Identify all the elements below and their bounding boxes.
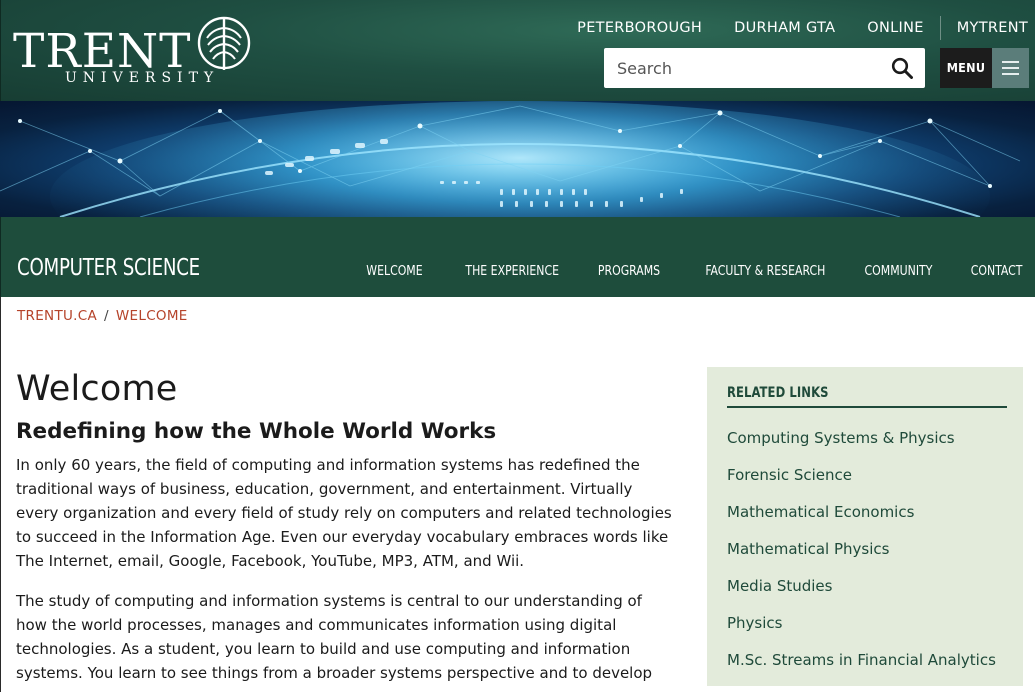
section-nav-programs[interactable]: PROGRAMS — [598, 263, 660, 279]
hamburger-icon — [992, 48, 1029, 88]
campus-link-online[interactable]: ONLINE — [851, 20, 939, 36]
section-nav-community[interactable]: COMMUNITY — [865, 263, 933, 279]
section-header: COMPUTER SCIENCE WELCOME THE EXPERIENCE … — [0, 217, 1035, 297]
campus-link-durham-gta[interactable]: DURHAM GTA — [718, 20, 851, 36]
trent-university-logo[interactable]: TRENT UNIVERSITY — [13, 14, 253, 90]
menu-label: MENU — [946, 60, 986, 75]
breadcrumb-separator: / — [104, 308, 109, 324]
related-link-mathematical-physics[interactable]: Mathematical Physics — [727, 531, 1007, 568]
related-link-media-studies[interactable]: Media Studies — [727, 568, 1007, 605]
campus-link-mytrent[interactable]: MYTRENT — [941, 20, 1035, 36]
globe-network-banner-icon — [0, 101, 1021, 217]
page-left-border — [0, 297, 1, 692]
related-links-heading: RELATED LINKS — [727, 385, 1007, 408]
campus-link-peterborough[interactable]: PETERBOROUGH — [561, 20, 718, 36]
body-paragraph: The study of computing and information s… — [16, 592, 653, 682]
campus-nav: PETERBOROUGH DURHAM GTA ONLINE MYTRENT — [561, 16, 1035, 40]
related-link-computing-systems-physics[interactable]: Computing Systems & Physics — [727, 420, 1007, 457]
page-title: Welcome — [16, 369, 178, 409]
breadcrumb-home[interactable]: TRENTU.CA — [17, 308, 97, 324]
related-links-list: Computing Systems & Physics Forensic Sci… — [727, 420, 1007, 679]
breadcrumb: TRENTU.CA / WELCOME — [17, 308, 188, 324]
section-nav: WELCOME THE EXPERIENCE PROGRAMS FACULTY … — [328, 263, 1022, 279]
body-paragraph: In only 60 years, the field of computing… — [16, 456, 672, 570]
section-nav-contact[interactable]: CONTACT — [970, 263, 1022, 279]
related-links-panel: RELATED LINKS Computing Systems & Physic… — [707, 367, 1023, 686]
trent-emblem-icon — [197, 16, 251, 70]
search-box — [604, 48, 925, 88]
logo-wordmark: TRENT — [13, 24, 192, 79]
menu-button[interactable]: MENU — [940, 48, 1029, 88]
section-title[interactable]: COMPUTER SCIENCE — [17, 255, 200, 281]
breadcrumb-current[interactable]: WELCOME — [116, 308, 188, 324]
section-nav-the-experience[interactable]: THE EXPERIENCE — [465, 263, 559, 279]
section-nav-faculty-research[interactable]: FACULTY & RESEARCH — [705, 263, 825, 279]
site-header: TRENT UNIVERSITY PETERBOROUGH DURHAM GTA… — [0, 0, 1035, 101]
search-input[interactable] — [604, 49, 874, 87]
related-link-mathematical-economics[interactable]: Mathematical Economics — [727, 494, 1007, 531]
related-link-financial-analytics[interactable]: M.Sc. Streams in Financial Analytics — [727, 642, 1007, 679]
related-link-physics[interactable]: Physics — [727, 605, 1007, 642]
related-links-heading-text: RELATED LINKS — [727, 385, 829, 401]
page-subtitle: Redefining how the Whole World Works — [16, 419, 497, 444]
main-content: Welcome Redefining how the Whole World W… — [16, 365, 676, 685]
related-link-forensic-science[interactable]: Forensic Science — [727, 457, 1007, 494]
section-nav-welcome[interactable]: WELCOME — [366, 263, 422, 279]
search-icon[interactable] — [891, 57, 913, 79]
hero-banner — [0, 101, 1035, 217]
